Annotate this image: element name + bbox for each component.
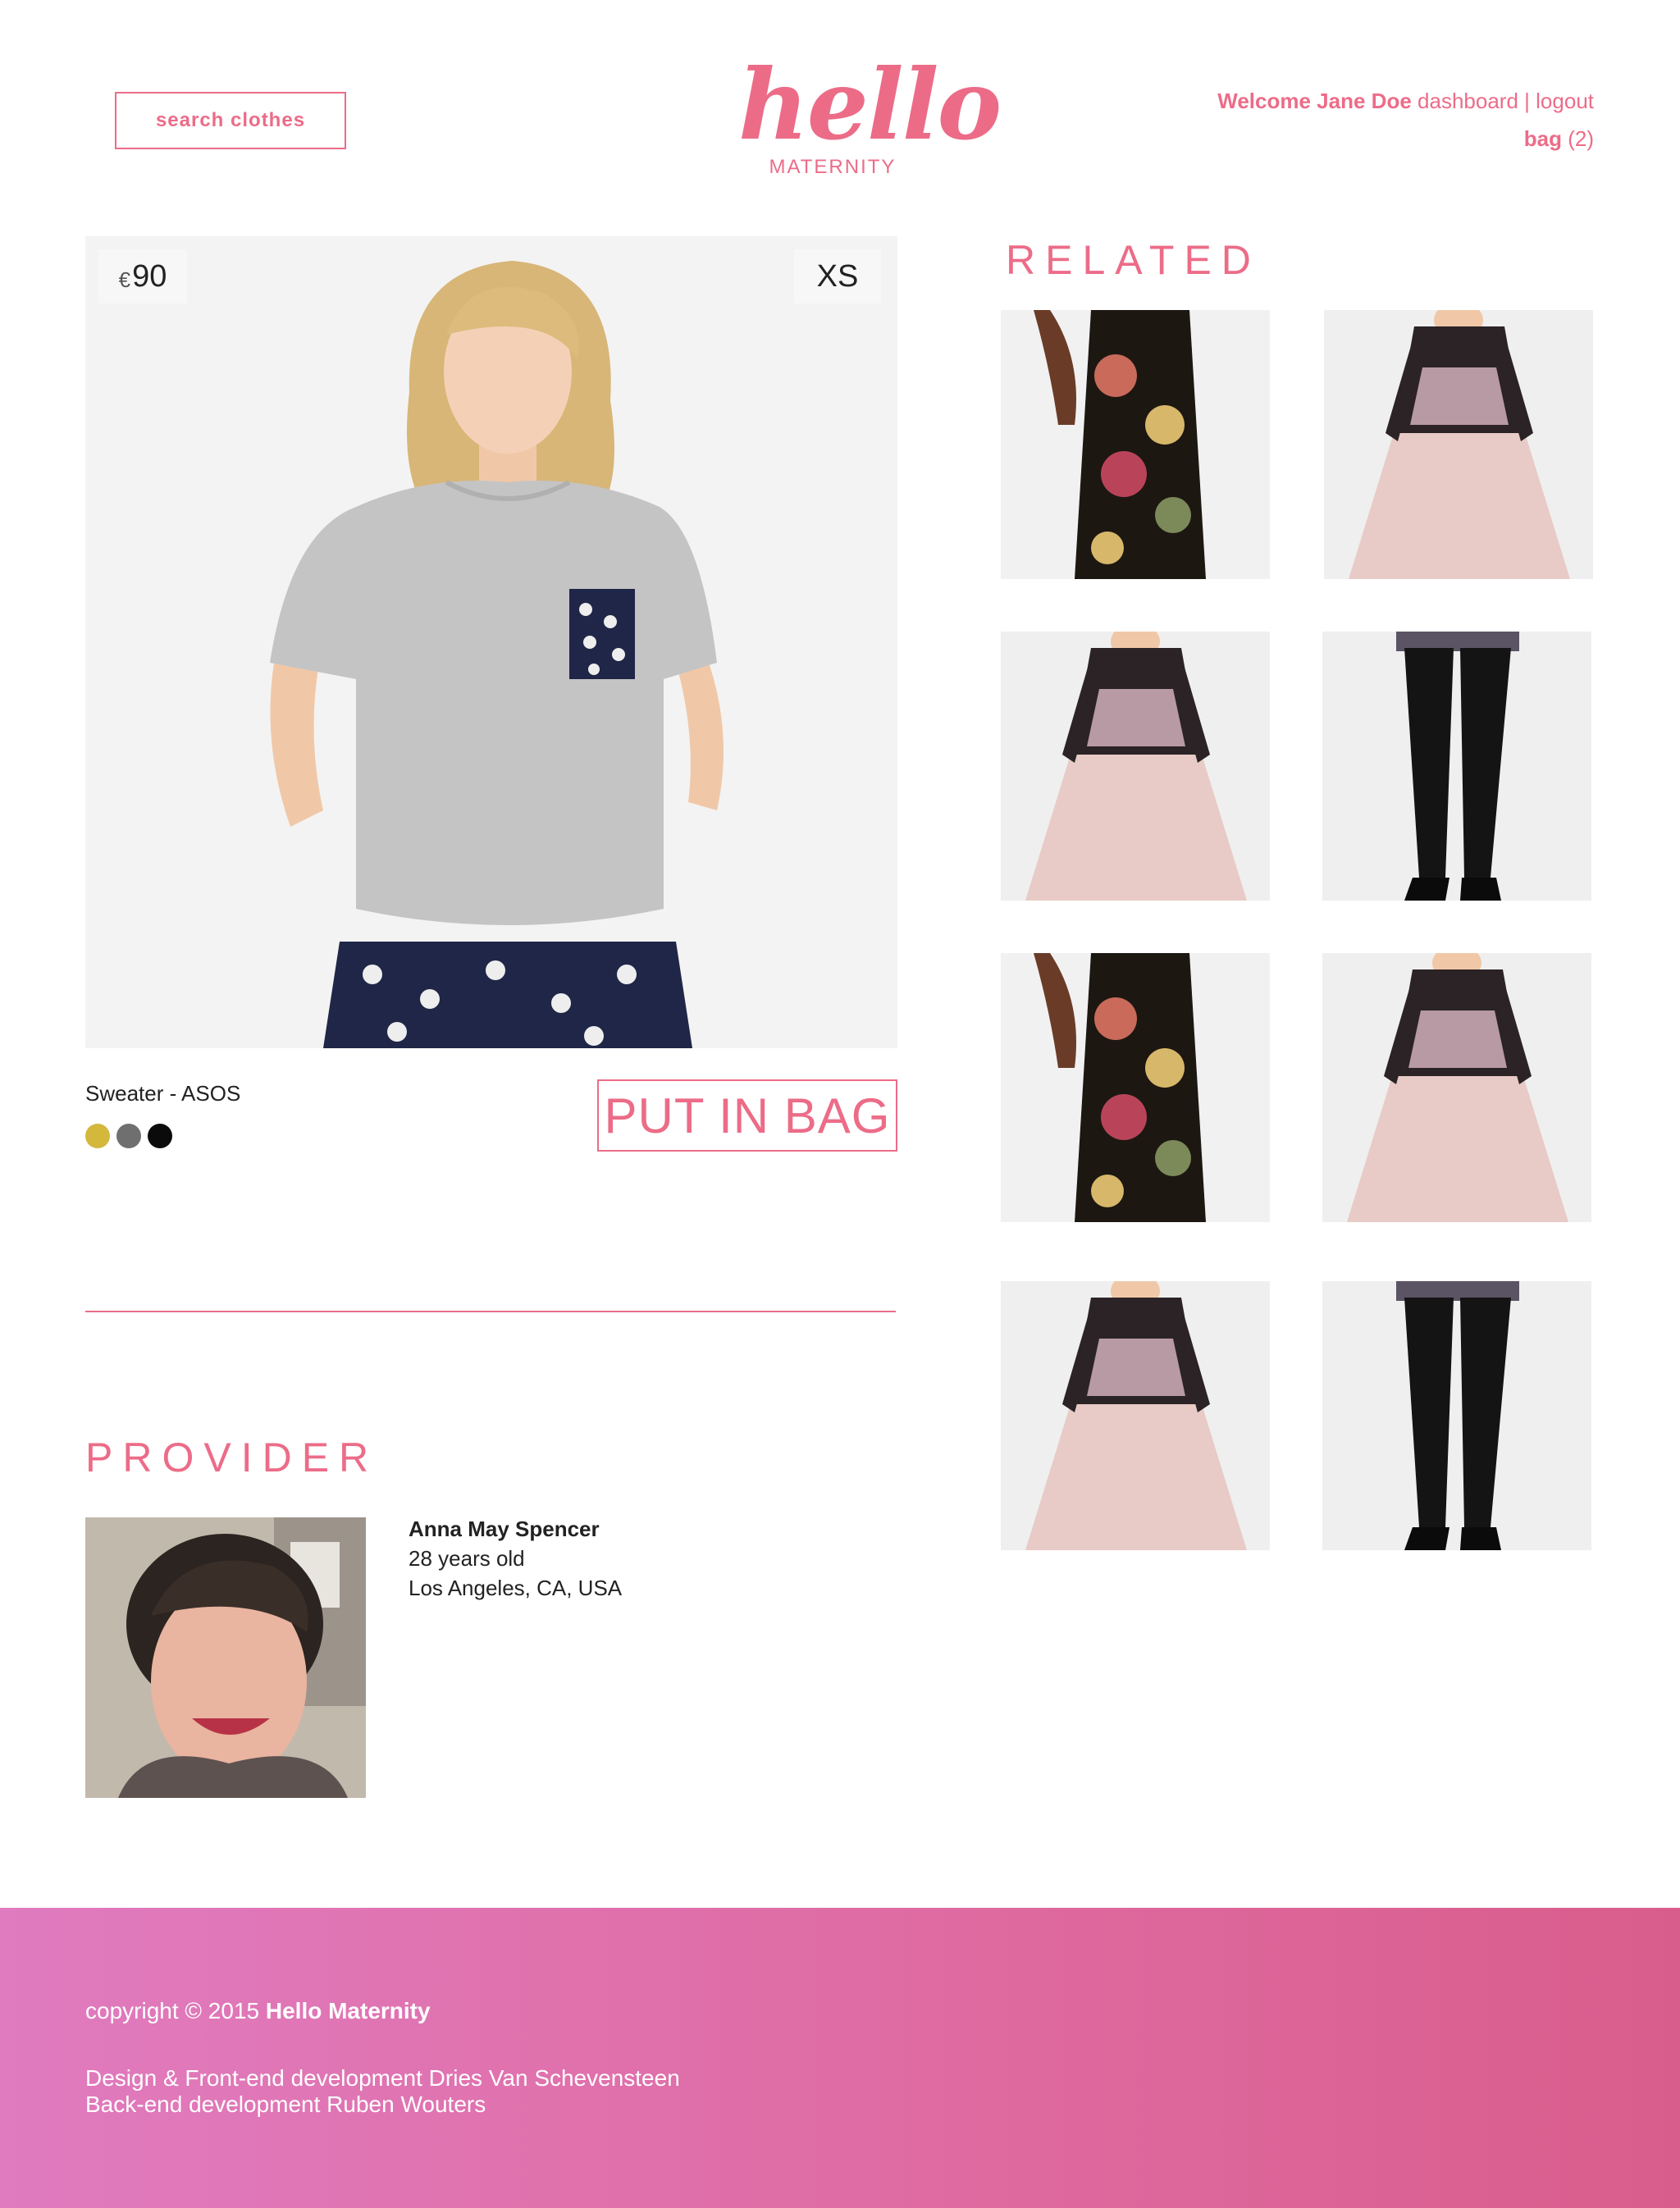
related-item-leather-leggings[interactable] [1322, 1281, 1591, 1550]
provider-age: 28 years old [409, 1546, 525, 1571]
user-line: Welcome Jane Doe dashboard | logout [1217, 82, 1594, 120]
credits: Design & Front-end development Dries Van… [85, 2065, 680, 2118]
currency-symbol: € [118, 267, 131, 292]
related-item-lace-dress[interactable] [1324, 310, 1593, 579]
bag-link[interactable]: bag [1524, 126, 1562, 151]
color-swatch-grey[interactable] [116, 1124, 141, 1148]
user-menu: Welcome Jane Doe dashboard | logout bag … [1217, 82, 1594, 157]
related-item-lace-dress[interactable] [1001, 1281, 1270, 1550]
price-value: 90 [132, 258, 167, 294]
copyright: copyright © 2015 Hello Maternity [85, 1998, 431, 2024]
product-image: € 90 XS [85, 236, 897, 1048]
product-photo [85, 236, 897, 1048]
separator: | [1524, 89, 1530, 113]
credit-design: Design & Front-end development Dries Van… [85, 2065, 680, 2091]
product-name: Sweater - ASOS [85, 1081, 241, 1106]
related-thumbnail [1322, 632, 1591, 901]
related-thumbnail [1322, 953, 1591, 1222]
related-thumbnail [1001, 632, 1270, 901]
related-thumbnail [1322, 1281, 1591, 1550]
logout-link[interactable]: logout [1536, 89, 1594, 113]
copyright-text: copyright © 2015 [85, 1998, 260, 2023]
related-item-lace-dress[interactable] [1001, 632, 1270, 901]
provider-avatar [85, 1517, 366, 1798]
welcome-text: Welcome Jane Doe [1217, 89, 1412, 113]
divider [85, 1311, 896, 1312]
put-in-bag-button[interactable]: PUT IN BAG [597, 1079, 897, 1152]
logo[interactable]: hello MATERNITY [738, 48, 1002, 183]
provider-info: Anna May Spencer 28 years old Los Angele… [409, 1514, 622, 1603]
provider-location: Los Angeles, CA, USA [409, 1576, 623, 1600]
related-thumbnail [1324, 310, 1593, 579]
bag-count: (2) [1568, 126, 1594, 151]
related-thumbnail [1001, 310, 1270, 579]
provider-heading: PROVIDER [85, 1435, 379, 1480]
related-item-floral-blouse[interactable] [1001, 953, 1270, 1222]
provider-name: Anna May Spencer [409, 1517, 600, 1541]
color-swatches [85, 1124, 172, 1148]
bag-line[interactable]: bag (2) [1217, 120, 1594, 157]
footer: copyright © 2015 Hello Maternity Design … [0, 1908, 1680, 2208]
color-swatch-black[interactable] [148, 1124, 172, 1148]
footer-brand: Hello Maternity [265, 1998, 431, 2023]
dashboard-link[interactable]: dashboard [1418, 89, 1518, 113]
credit-backend: Back-end development Ruben Wouters [85, 2092, 486, 2117]
related-heading: RELATED [1006, 237, 1261, 283]
color-swatch-yellow[interactable] [85, 1124, 110, 1148]
related-thumbnail [1001, 953, 1270, 1222]
search-button[interactable]: search clothes [115, 92, 346, 149]
related-item-leather-leggings[interactable] [1322, 632, 1591, 901]
related-thumbnail [1001, 1281, 1270, 1550]
related-item-floral-blouse[interactable] [1001, 310, 1270, 579]
logo-word: hello [738, 48, 1002, 162]
price-tag: € 90 [98, 249, 187, 303]
logo-subtitle: MATERNITY [769, 156, 897, 178]
related-item-lace-dress[interactable] [1322, 953, 1591, 1222]
size-tag: XS [794, 249, 881, 303]
